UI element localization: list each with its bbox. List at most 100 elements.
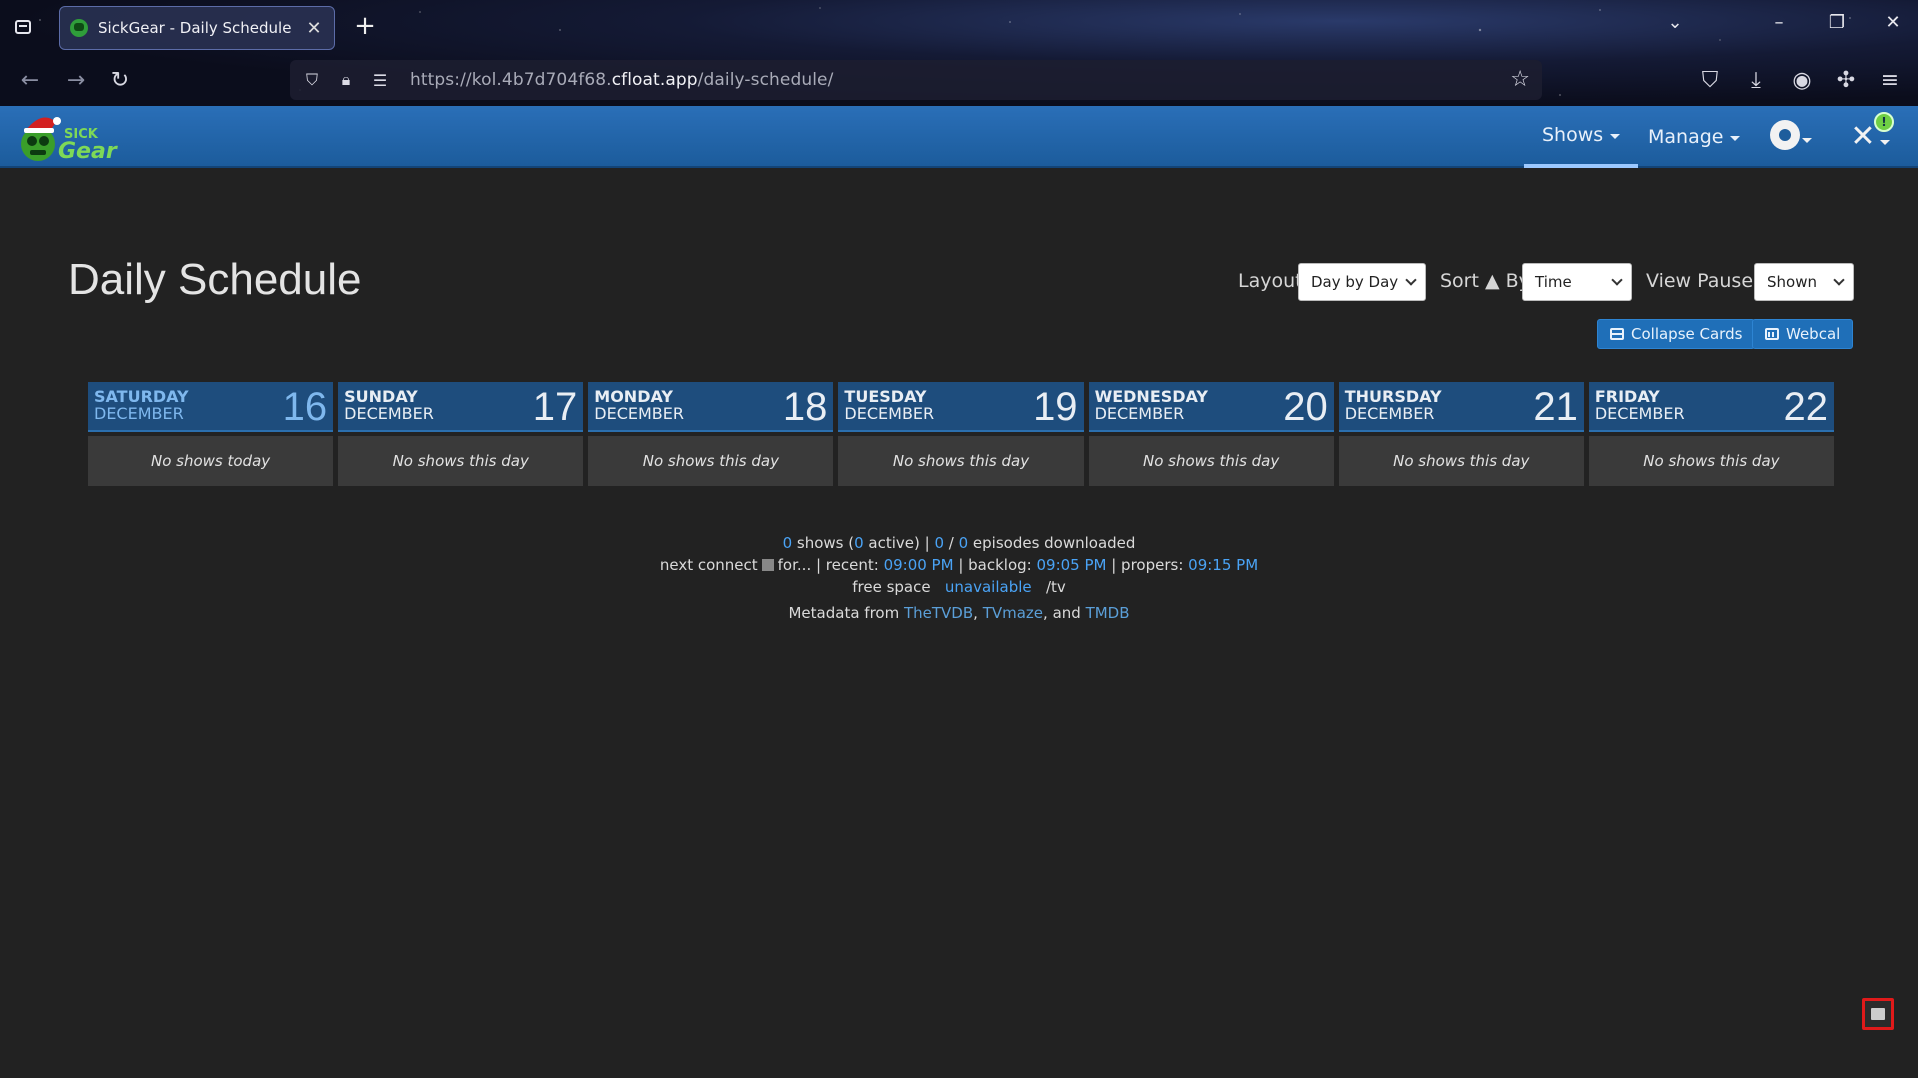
footer-schedule-row: next connect for... | recent: 09:00 PM | …: [0, 554, 1918, 576]
day-empty-text: No shows this day: [838, 436, 1084, 486]
tab-bar: SickGear - Daily Schedule ✕ + ⌄ – ❐ ✕: [0, 0, 1918, 54]
day-number: 21: [1533, 385, 1578, 429]
day-card: WEDNESDAY DECEMBER 20 No shows this day: [1088, 382, 1334, 486]
minimize-icon[interactable]: –: [1764, 12, 1794, 33]
downloads-icon[interactable]: ⤓: [1740, 64, 1772, 96]
shows-text: shows (: [792, 534, 855, 552]
sort-select-value: Time: [1535, 273, 1572, 291]
layout-select[interactable]: Day by Day: [1298, 263, 1426, 301]
day-header: SATURDAY DECEMBER 16: [88, 382, 334, 432]
active-count-link[interactable]: 0: [854, 534, 864, 552]
new-tab-button[interactable]: +: [350, 12, 380, 42]
day-number: 19: [1033, 385, 1078, 429]
view-paused-select-value: Shown: [1767, 273, 1817, 291]
menu-hamburger-icon[interactable]: ≡: [1874, 64, 1906, 96]
browser-tab-active[interactable]: SickGear - Daily Schedule ✕: [59, 6, 335, 50]
tab-title: SickGear - Daily Schedule: [98, 19, 292, 37]
footer-space-row: free space unavailable /tv: [0, 576, 1918, 598]
tab-list-button[interactable]: [6, 10, 40, 44]
backlog-time-link[interactable]: 09:05 PM: [1036, 556, 1106, 574]
calendar-icon: [1765, 328, 1779, 340]
view-paused-label: View Paused: [1646, 270, 1766, 292]
chevron-down-icon: [1611, 274, 1623, 286]
propers-text: | propers:: [1106, 556, 1189, 574]
calendar-icon: [761, 559, 774, 571]
footer-shows-row: 0 shows (0 active) | 0 / 0 episodes down…: [0, 532, 1918, 554]
restore-icon[interactable]: ❐: [1822, 12, 1852, 33]
nav-shows-label: Shows: [1542, 124, 1604, 146]
webcal-button[interactable]: Webcal: [1752, 319, 1854, 349]
browser-chrome: SickGear - Daily Schedule ✕ + ⌄ – ❐ ✕ ← …: [0, 0, 1918, 106]
day-empty-text: No shows this day: [1588, 436, 1834, 486]
day-empty-text: No shows this day: [1088, 436, 1334, 486]
day-card: SATURDAY DECEMBER 16 No shows today: [88, 382, 334, 486]
sort-label: Sort ▲ By: [1440, 270, 1530, 292]
day-header: TUESDAY DECEMBER 19: [838, 382, 1084, 432]
nav-shows-menu[interactable]: Shows: [1524, 106, 1639, 168]
webcal-label: Webcal: [1786, 325, 1841, 343]
footer-metadata-row: Metadata from TheTVDB, TVmaze, and TMDB: [788, 604, 1130, 622]
sickgear-logo[interactable]: SICK Gear: [12, 108, 122, 166]
image-glyph: [1871, 1008, 1885, 1020]
sickgear-favicon-icon: [70, 19, 88, 37]
app-navbar: SICK Gear Shows Manage ✕ !: [0, 106, 1918, 168]
chevron-down-icon: [1833, 274, 1845, 286]
svg-text:Gear: Gear: [58, 139, 118, 164]
active-text: active) |: [863, 534, 935, 552]
day-card: THURSDAY DECEMBER 21 No shows this day: [1338, 382, 1584, 486]
recent-text: for... | recent:: [777, 556, 884, 574]
page-title: Daily Schedule: [68, 255, 362, 304]
day-header: WEDNESDAY DECEMBER 20: [1088, 382, 1334, 432]
image-viewer-icon[interactable]: [1862, 998, 1894, 1030]
propers-time-link[interactable]: 09:15 PM: [1188, 556, 1258, 574]
recent-time-link[interactable]: 09:00 PM: [884, 556, 954, 574]
layout-select-value: Day by Day: [1311, 273, 1399, 291]
tv-path-text: /tv: [1045, 578, 1066, 596]
day-card: MONDAY DECEMBER 18 No shows this day: [588, 382, 834, 486]
free-space-link[interactable]: unavailable: [945, 578, 1032, 596]
tracking-shield-icon[interactable]: ⛉: [300, 68, 324, 92]
collapse-cards-button[interactable]: Collapse Cards: [1597, 319, 1756, 349]
layout-label: Layout: [1238, 270, 1303, 292]
episodes-count-link[interactable]: 0: [959, 534, 969, 552]
downloaded-count-link[interactable]: 0: [934, 534, 944, 552]
thetvdb-link[interactable]: TheTVDB: [904, 604, 973, 622]
forward-button[interactable]: →: [60, 64, 92, 96]
page-info-icon[interactable]: ☰: [368, 68, 392, 92]
tab-list-icon: [15, 20, 31, 34]
reload-button[interactable]: ↻: [104, 64, 136, 96]
cards-icon: [1610, 328, 1624, 340]
shows-count-link[interactable]: 0: [783, 534, 793, 552]
lock-icon[interactable]: 🔒︎: [334, 68, 358, 92]
day-header: FRIDAY DECEMBER 22: [1588, 382, 1834, 432]
caret-down-icon: [1730, 135, 1741, 141]
day-header: THURSDAY DECEMBER 21: [1338, 382, 1584, 432]
day-empty-text: No shows today: [88, 436, 334, 486]
tmdb-link[interactable]: TMDB: [1086, 604, 1130, 622]
bookmark-star-icon[interactable]: ☆: [1510, 67, 1530, 92]
settings-gear-icon[interactable]: [1770, 120, 1800, 150]
day-header: MONDAY DECEMBER 18: [588, 382, 834, 432]
address-bar[interactable]: ⛉ 🔒︎ ☰ https://kol.4b7d704f68.cfloat.app…: [290, 60, 1542, 100]
view-paused-select[interactable]: Shown: [1754, 263, 1854, 301]
caret-down-icon: [1802, 138, 1812, 143]
day-card: SUNDAY DECEMBER 17 No shows this day: [338, 382, 584, 486]
free-space-text: free space: [852, 578, 931, 596]
day-number: 22: [1783, 385, 1828, 429]
collapse-cards-label: Collapse Cards: [1631, 325, 1743, 343]
sort-select[interactable]: Time: [1522, 263, 1632, 301]
slash-text: /: [944, 534, 959, 552]
nav-manage-menu[interactable]: Manage: [1630, 106, 1758, 168]
day-header: SUNDAY DECEMBER 17: [338, 382, 584, 432]
episodes-text: episodes downloaded: [968, 534, 1136, 552]
extensions-icon[interactable]: ✣: [1830, 64, 1862, 96]
tvmaze-link[interactable]: TVmaze: [983, 604, 1043, 622]
close-window-icon[interactable]: ✕: [1878, 12, 1908, 33]
tab-close-icon[interactable]: ✕: [304, 18, 324, 39]
back-button[interactable]: ←: [14, 64, 46, 96]
chevron-down-icon: [1405, 274, 1417, 286]
notification-badge: !: [1874, 112, 1894, 132]
tab-overflow-chevron-icon[interactable]: ⌄: [1660, 12, 1690, 33]
account-icon[interactable]: ◉: [1786, 64, 1818, 96]
pocket-icon[interactable]: ⛉: [1694, 64, 1726, 96]
